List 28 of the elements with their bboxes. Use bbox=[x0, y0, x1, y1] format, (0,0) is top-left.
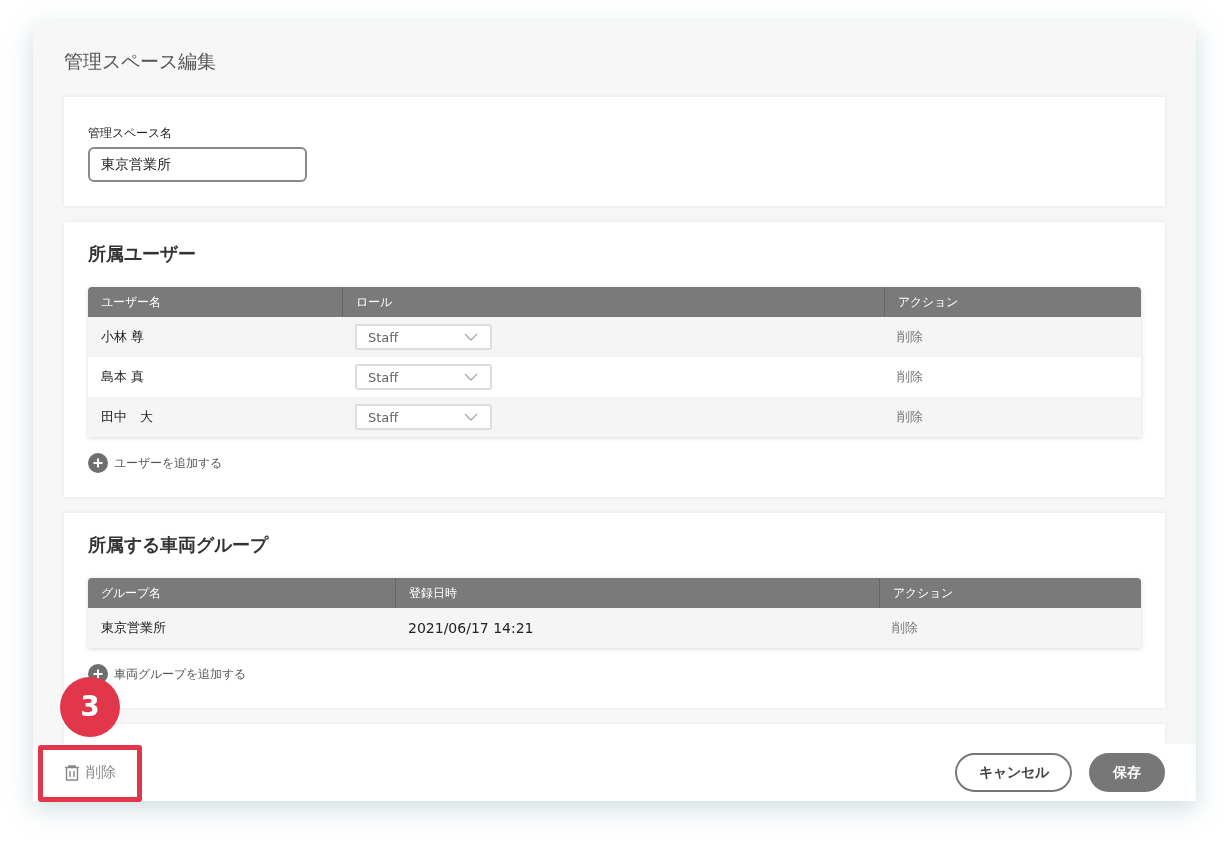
table-cell: 小林 尊 bbox=[101, 329, 145, 344]
role-dropdown[interactable]: Staff bbox=[355, 404, 492, 430]
cancel-button[interactable]: キャンセル bbox=[955, 753, 1072, 792]
chevron-down-icon bbox=[464, 373, 478, 381]
column-header: ユーザー名 bbox=[100, 294, 162, 311]
trash-icon bbox=[64, 764, 80, 781]
section-title: 所属ユーザー bbox=[88, 242, 197, 266]
delete-link[interactable]: 削除 bbox=[892, 620, 918, 635]
delete-link[interactable]: 削除 bbox=[897, 409, 923, 424]
table-cell: 田中 大 bbox=[101, 409, 153, 424]
delete-button[interactable]: 削除 bbox=[64, 763, 116, 782]
field-label: 管理スペース名 bbox=[88, 125, 173, 141]
chevron-down-icon bbox=[464, 413, 478, 421]
delete-link[interactable]: 削除 bbox=[897, 329, 923, 344]
save-button[interactable]: 保存 bbox=[1089, 753, 1165, 792]
delete-link[interactable]: 削除 bbox=[897, 369, 923, 384]
table-cell: 島本 真 bbox=[101, 369, 145, 384]
dialog-title: 管理スペース編集 bbox=[64, 49, 217, 74]
column-header: グループ名 bbox=[100, 585, 162, 602]
role-dropdown[interactable]: Staff bbox=[355, 364, 492, 390]
table-cell: 2021/06/17 14:21 bbox=[408, 620, 534, 636]
role-dropdown[interactable]: Staff bbox=[355, 324, 492, 350]
add-link[interactable]: ユーザーを追加する bbox=[114, 455, 222, 471]
table-cell: 東京営業所 bbox=[101, 620, 166, 635]
chevron-down-icon bbox=[464, 333, 478, 341]
section-title: 所属する車両グループ bbox=[88, 533, 270, 557]
plus-icon bbox=[88, 453, 108, 473]
input-field[interactable]: 東京営業所 bbox=[88, 147, 307, 182]
